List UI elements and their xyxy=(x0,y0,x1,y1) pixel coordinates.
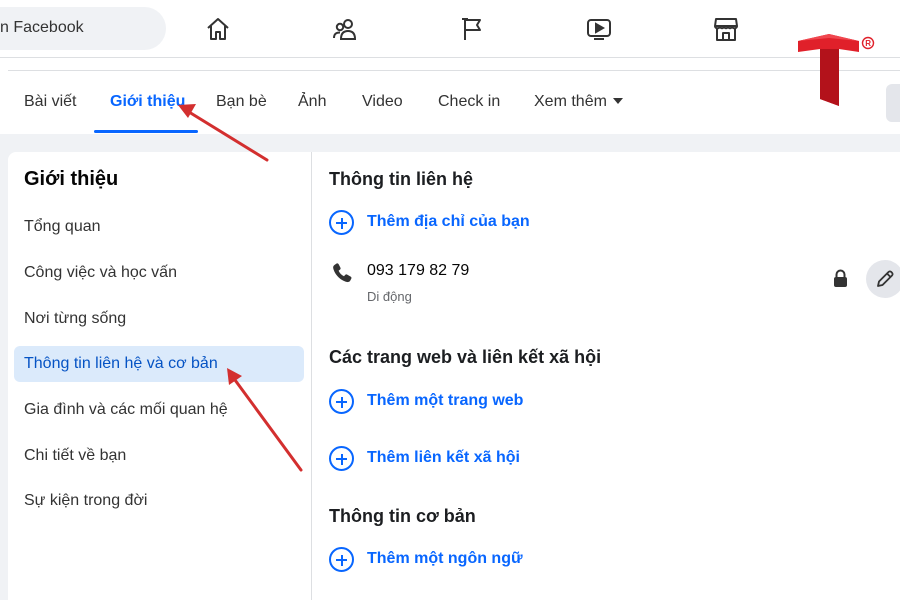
home-icon[interactable] xyxy=(202,13,234,45)
about-menu-places-lived[interactable]: Nơi từng sống xyxy=(14,301,304,337)
tab-videos[interactable]: Video xyxy=(362,93,403,111)
add-address-label: Thêm địa chỉ của bạn xyxy=(367,213,530,230)
add-circle-icon xyxy=(329,445,354,471)
tabs-divider xyxy=(8,70,900,71)
top-navigation-bar: n Facebook xyxy=(0,0,900,58)
about-column-separator xyxy=(311,152,312,600)
add-circle-icon xyxy=(329,388,354,414)
tab-more-label: Xem thêm xyxy=(534,93,607,110)
add-circle-icon xyxy=(329,209,354,235)
brand-logo: R xyxy=(798,34,875,106)
add-language-link[interactable]: Thêm một ngôn ngữ xyxy=(329,546,523,572)
about-menu-contact-basic-info[interactable]: Thông tin liên hệ và cơ bản xyxy=(14,346,304,382)
phone-type: Di động xyxy=(367,289,412,304)
about-menu-details-about-you[interactable]: Chi tiết về bạn xyxy=(14,438,304,474)
marketplace-icon[interactable] xyxy=(710,13,742,45)
phone-number: 093 179 82 79 xyxy=(367,262,470,279)
lock-icon[interactable] xyxy=(832,269,849,288)
basic-info-title: Thông tin cơ bản xyxy=(329,506,476,526)
tab-check-ins[interactable]: Check in xyxy=(438,93,500,111)
search-input-text[interactable]: n Facebook xyxy=(0,19,84,37)
pages-flag-icon[interactable] xyxy=(456,13,488,45)
contact-info-title: Thông tin liên hệ xyxy=(329,169,473,189)
add-social-link[interactable]: Thêm liên kết xã hội xyxy=(329,445,520,471)
add-website-link[interactable]: Thêm một trang web xyxy=(329,388,523,414)
about-menu-life-events[interactable]: Sự kiện trong đời xyxy=(14,483,304,519)
profile-action-button[interactable] xyxy=(886,84,900,122)
active-tab-indicator xyxy=(94,130,198,133)
search-box[interactable]: n Facebook xyxy=(0,7,166,50)
tab-more[interactable]: Xem thêm xyxy=(534,93,623,111)
add-language-label: Thêm một ngôn ngữ xyxy=(367,550,523,567)
phone-icon xyxy=(333,263,352,283)
add-circle-icon xyxy=(329,546,354,572)
tab-about[interactable]: Giới thiệu xyxy=(110,93,185,111)
tab-photos[interactable]: Ảnh xyxy=(298,93,326,111)
tab-posts[interactable]: Bài viết xyxy=(24,93,76,111)
about-menu-family-relationships[interactable]: Gia đình và các mối quan hệ xyxy=(14,392,304,428)
friends-icon[interactable] xyxy=(329,13,361,45)
add-website-label: Thêm một trang web xyxy=(367,392,524,409)
add-social-label: Thêm liên kết xã hội xyxy=(367,449,520,466)
add-address-link[interactable]: Thêm địa chỉ của bạn xyxy=(329,209,530,235)
watch-video-icon[interactable] xyxy=(583,13,615,45)
about-heading: Giới thiệu xyxy=(24,168,119,190)
caret-down-icon xyxy=(612,98,623,104)
about-menu-overview[interactable]: Tổng quan xyxy=(14,209,304,245)
pencil-icon xyxy=(877,270,894,287)
websites-social-title: Các trang web và liên kết xã hội xyxy=(329,347,602,367)
edit-phone-button[interactable] xyxy=(866,260,900,298)
tab-friends[interactable]: Bạn bè xyxy=(216,93,267,111)
svg-text:R: R xyxy=(865,39,871,48)
about-menu-work-education[interactable]: Công việc và học vấn xyxy=(14,255,304,291)
